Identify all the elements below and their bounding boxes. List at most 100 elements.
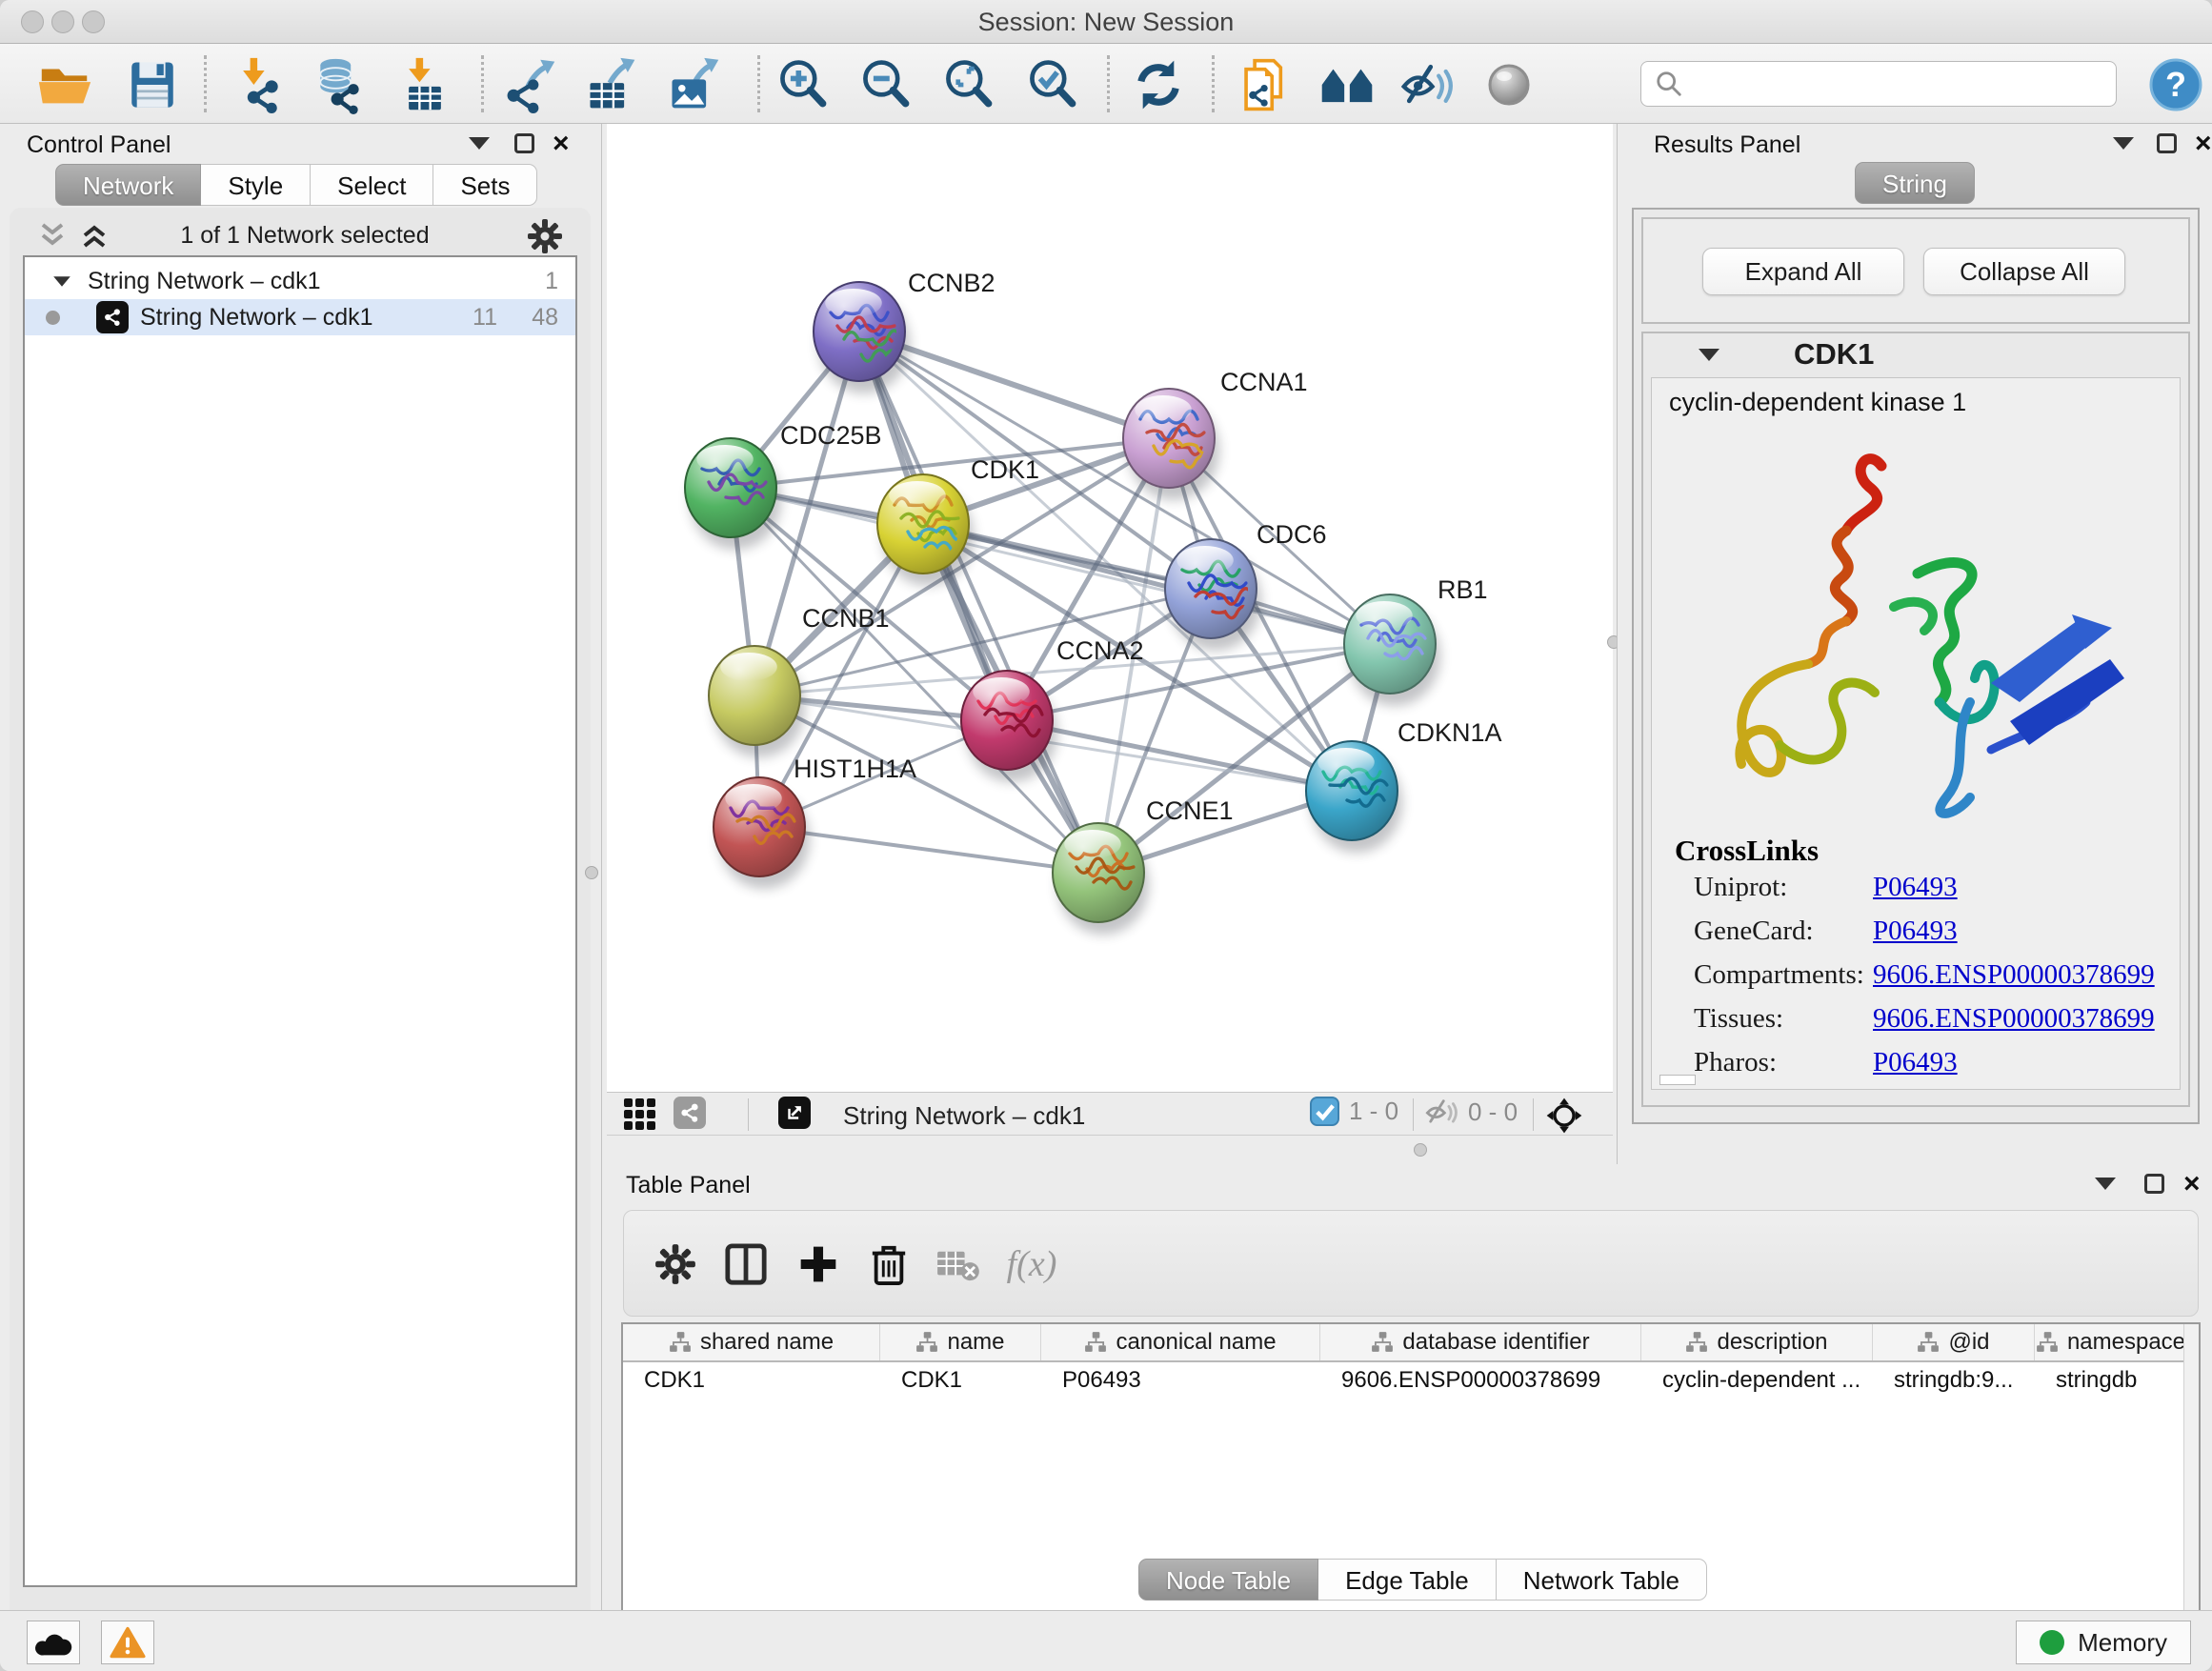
table-cell[interactable]: cyclin-dependent ... <box>1641 1367 1873 1394</box>
network-edge-CCNB2-CCNE1[interactable] <box>859 332 1098 873</box>
table-cell[interactable]: CDK1 <box>880 1367 1041 1394</box>
panel-menu-icon[interactable] <box>469 137 490 150</box>
collection-expander-icon[interactable] <box>53 276 70 286</box>
panel-close-icon[interactable]: × <box>2195 134 2212 153</box>
network-node-CCNB1[interactable]: CCNB1 <box>709 604 890 757</box>
delete-table-button[interactable] <box>927 1234 988 1295</box>
collapse-all-button[interactable]: Collapse All <box>1923 248 2125 295</box>
column-header-database-identifier[interactable]: database identifier <box>1320 1324 1641 1360</box>
clone-network-button[interactable] <box>1231 53 1299 116</box>
refresh-icon <box>1131 57 1186 112</box>
hide-selected-button[interactable] <box>1393 53 1461 116</box>
tab-sets[interactable]: Sets <box>433 164 537 206</box>
collapse-all-networks-icon[interactable] <box>36 221 69 250</box>
detach-view-button[interactable] <box>778 1097 811 1129</box>
import-network-database-button[interactable] <box>305 53 373 116</box>
crosslink-label: Uniprot: <box>1694 872 1873 903</box>
crosslink-value-link[interactable]: P06493 <box>1873 1047 1958 1077</box>
open-session-button[interactable] <box>30 53 99 116</box>
memory-button[interactable]: Memory <box>2016 1621 2191 1664</box>
network-canvas[interactable]: CCNB2CCNA1CDC25BCDK1CDC6RB1CCNB1CCNA2CDK… <box>607 124 1613 1092</box>
table-cell[interactable]: stringdb:9... <box>1873 1367 2035 1394</box>
panel-float-icon[interactable] <box>2157 133 2177 153</box>
table-cell[interactable]: P06493 <box>1041 1367 1320 1394</box>
panel-float-icon[interactable] <box>514 133 534 153</box>
tab-style[interactable]: Style <box>201 164 311 206</box>
table-row[interactable]: CDK1CDK1P064939606.ENSP00000378699cyclin… <box>623 1362 2199 1399</box>
delete-column-button[interactable] <box>858 1234 919 1295</box>
tab-network[interactable]: Network <box>55 164 201 206</box>
first-neighbors-button[interactable] <box>1313 53 1381 116</box>
table-cell[interactable]: stringdb <box>2035 1367 2187 1394</box>
export-table-button[interactable] <box>577 53 646 116</box>
show-grid-button[interactable] <box>622 1097 658 1133</box>
column-header-@id[interactable]: @id <box>1873 1324 2035 1360</box>
selected-checkbox-icon[interactable] <box>1310 1097 1339 1126</box>
network-edge-HIST1H1A-CCNE1[interactable] <box>759 827 1098 873</box>
tab-string[interactable]: String <box>1855 162 1975 204</box>
tab-network-table[interactable]: Network Table <box>1497 1559 1707 1601</box>
network-node-RB1[interactable]: RB1 <box>1344 575 1488 706</box>
bottom-splitter-handle[interactable] <box>1414 1143 1427 1157</box>
cloud-status-button[interactable] <box>27 1621 80 1664</box>
tab-node-table[interactable]: Node Table <box>1138 1559 1318 1601</box>
warnings-button[interactable] <box>101 1621 154 1664</box>
panel-float-icon[interactable] <box>2144 1174 2164 1194</box>
zoom-in-button[interactable] <box>769 53 837 116</box>
search-input[interactable] <box>1693 65 2116 103</box>
hidden-eye-slash-icon[interactable] <box>1424 1097 1458 1127</box>
gene-expander-icon[interactable] <box>1699 349 1719 361</box>
zoom-out-button[interactable] <box>852 53 920 116</box>
birds-eye-view-button[interactable] <box>1545 1097 1583 1135</box>
network-node-CCNE1[interactable]: CCNE1 <box>1053 796 1234 935</box>
column-header-name[interactable]: name <box>880 1324 1041 1360</box>
panel-menu-icon[interactable] <box>2113 137 2134 150</box>
expand-all-networks-icon[interactable] <box>78 221 111 250</box>
crosslink-value-link[interactable]: 9606.ENSP00000378699 <box>1873 959 2155 990</box>
show-columns-button[interactable] <box>715 1234 776 1295</box>
network-node-HIST1H1A[interactable]: HIST1H1A <box>714 755 916 889</box>
refresh-layout-button[interactable] <box>1124 53 1193 116</box>
help-button[interactable]: ? <box>2142 53 2210 116</box>
add-column-button[interactable] <box>788 1234 849 1295</box>
network-row-selected[interactable]: String Network – cdk1 11 48 <box>25 299 575 335</box>
network-node-CDC6[interactable]: CDC6 <box>1165 520 1327 651</box>
panel-menu-icon[interactable] <box>2095 1178 2116 1190</box>
column-header-canonical-name[interactable]: canonical name <box>1041 1324 1320 1360</box>
column-header-namespace[interactable]: namespace <box>2035 1324 2187 1360</box>
network-view-type-button[interactable] <box>674 1097 706 1129</box>
crosslink-value-link[interactable]: 9606.ENSP00000378699 <box>1873 1003 2155 1034</box>
panel-close-icon[interactable]: × <box>2183 1175 2201 1194</box>
gene-card-scrollbar[interactable] <box>1659 1075 1696 1085</box>
zoom-fit-button[interactable] <box>935 53 1003 116</box>
crosslink-value-link[interactable]: P06493 <box>1873 916 1958 946</box>
show-hidden-button[interactable] <box>1475 53 1543 116</box>
tab-select[interactable]: Select <box>311 164 433 206</box>
export-image-button[interactable] <box>659 53 728 116</box>
network-collection-row[interactable]: String Network – cdk1 1 <box>25 263 575 299</box>
function-builder-button[interactable]: f(x) <box>1001 1234 1062 1295</box>
network-view-title: String Network – cdk1 <box>843 1101 1085 1131</box>
column-header-shared-name[interactable]: shared name <box>623 1324 880 1360</box>
expand-all-button[interactable]: Expand All <box>1702 248 1904 295</box>
column-header-description[interactable]: description <box>1641 1324 1873 1360</box>
network-node-CDKN1A[interactable]: CDKN1A <box>1306 718 1502 853</box>
import-table-file-button[interactable] <box>391 53 459 116</box>
crosslink-row: GeneCard:P06493 <box>1694 916 2155 959</box>
export-network-button[interactable] <box>495 53 564 116</box>
table-settings-button[interactable] <box>645 1234 706 1295</box>
network-node-CDK1[interactable]: CDK1 <box>877 455 1039 586</box>
network-options-gear-icon[interactable] <box>526 217 564 255</box>
panel-close-icon[interactable]: × <box>553 134 570 153</box>
crosslink-value-link[interactable]: P06493 <box>1873 872 1958 902</box>
table-cell[interactable]: 9606.ENSP00000378699 <box>1320 1367 1641 1394</box>
import-network-file-button[interactable] <box>225 53 293 116</box>
zoom-selected-button[interactable] <box>1018 53 1087 116</box>
table-cell[interactable]: CDK1 <box>623 1367 880 1394</box>
gene-section-header[interactable]: CDK1 <box>1643 333 2188 375</box>
toolbar-separator <box>748 1098 749 1131</box>
left-splitter-handle[interactable] <box>585 866 598 879</box>
tab-edge-table[interactable]: Edge Table <box>1318 1559 1497 1601</box>
save-session-button[interactable] <box>118 53 187 116</box>
toolbar-separator <box>1533 1098 1534 1131</box>
